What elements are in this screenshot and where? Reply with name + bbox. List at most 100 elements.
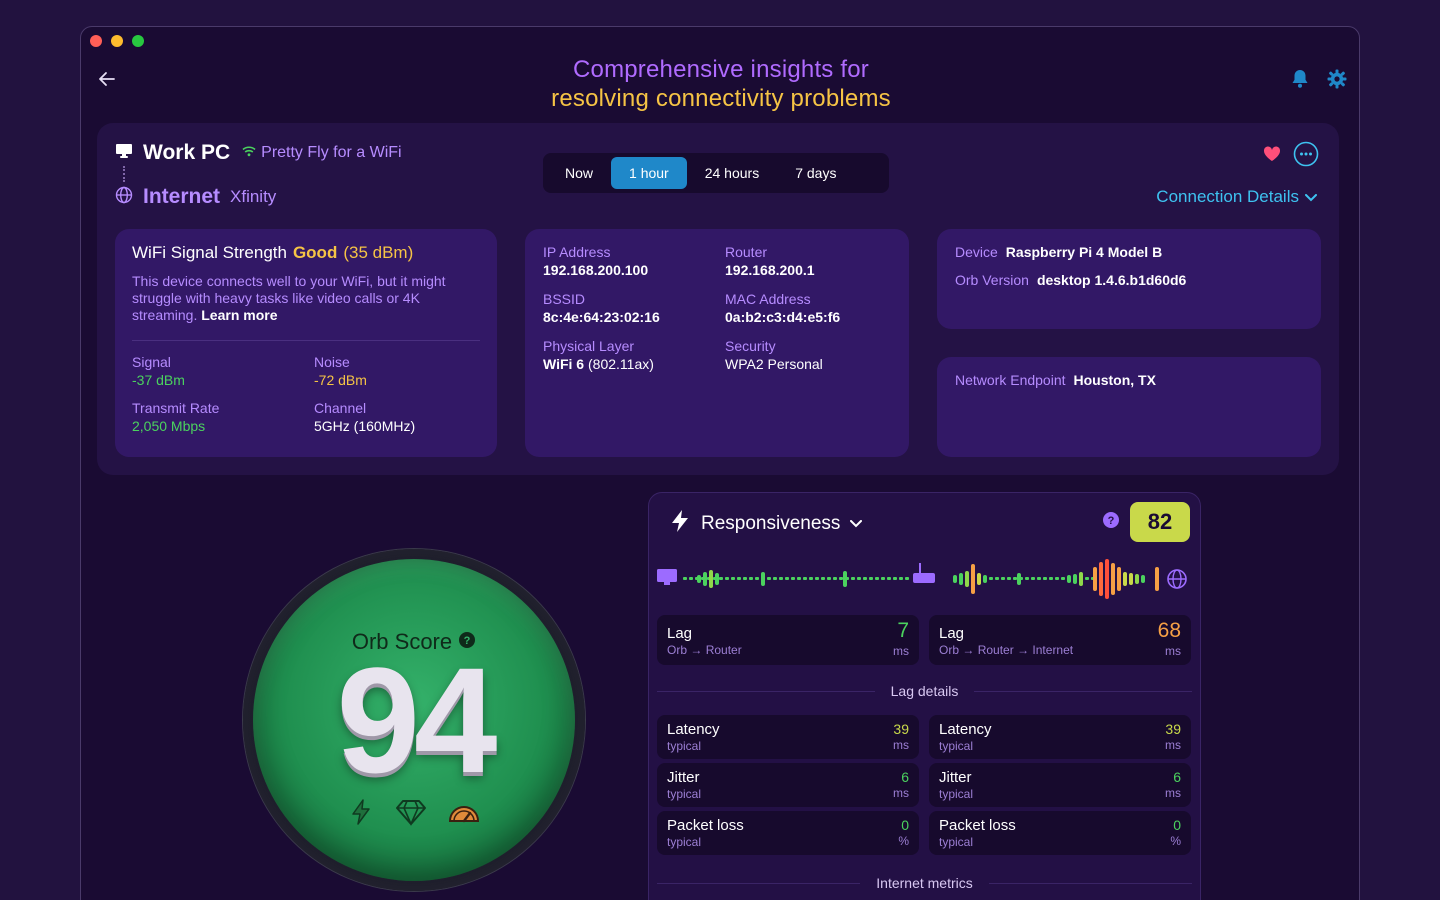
path-segment [1037,577,1041,580]
path-bar [1099,562,1103,596]
path-bar [977,573,981,585]
lag-unit: ms [1165,644,1181,658]
chevron-down-icon [1305,187,1317,207]
path-segment [893,577,897,580]
path-segment [1013,577,1017,580]
device-node-stand [664,582,670,585]
lag-path: Orb → Router [667,643,909,657]
network-endpoint-label: Network Endpoint [955,372,1066,388]
divider [132,340,480,341]
metric-unit: % [898,834,909,848]
path-segment [743,577,747,580]
wifi-network: Pretty Fly for a WiFi [242,144,402,162]
time-range-7-days[interactable]: 7 days [777,157,854,189]
noise-stat: Noise -72 dBm [314,353,496,389]
gear-icon[interactable] [1327,69,1347,94]
path-segment [803,577,807,580]
path-segment [755,577,759,580]
path-segment [683,577,687,580]
more-options-icon[interactable] [1293,141,1319,172]
metric-value: 6 [1173,769,1181,785]
metric-sub: typical [939,835,974,849]
path-segment [749,577,753,580]
close-window-button[interactable] [90,35,102,47]
stat-label: Signal [132,354,171,370]
orb-score-widget[interactable]: Orb Score ? 94 [243,549,585,891]
physical-layer-protocol: (802.11ax) [588,356,654,372]
metric-packet-loss-right: Packet loss typical 0 % [929,811,1191,855]
metric-title: Packet loss [667,817,744,834]
traffic-lights [90,35,144,47]
path-bar [1067,575,1071,583]
maximize-window-button[interactable] [132,35,144,47]
path-bar [1123,572,1127,586]
transmit-rate-stat: Transmit Rate 2,050 Mbps [132,399,314,435]
divider [988,882,1193,884]
path-segment [989,577,993,580]
device-model-row: Device Raspberry Pi 4 Model B [955,243,1303,261]
path-segment [1001,577,1005,580]
diamond-icon [394,797,428,832]
network-path-visualization [657,559,1187,599]
top-icons [1291,69,1347,94]
bell-icon[interactable] [1291,69,1309,94]
security-label: Security [725,338,776,354]
path-bar [1079,572,1083,586]
path-segment [1055,577,1059,580]
chevron-down-icon [850,515,863,533]
wifi-signal-description: This device connects well to your WiFi, … [132,273,480,324]
ip-address-label: IP Address [543,244,611,260]
path-segment [1043,577,1047,580]
back-arrow-icon[interactable] [95,67,119,91]
network-info-grid: IP Address 192.168.200.100 Router 192.16… [543,243,891,374]
orb-score-value: 94 [336,636,498,804]
divider [657,690,875,692]
path-bar [709,570,713,588]
responsiveness-header[interactable]: Responsiveness [669,509,863,538]
wifi-signal-title: WiFi Signal Strength Good (35 dBm) [132,243,480,263]
path-bar [697,575,701,583]
stat-value: 5GHz (160MHz) [314,418,416,434]
time-range-now[interactable]: Now [547,157,611,189]
metric-title: Jitter [939,769,972,786]
time-range-1-hour[interactable]: 1 hour [611,157,687,189]
path-bar [959,573,963,585]
orb-version-value: desktop 1.4.6.b1d60d6 [1036,272,1187,288]
router-node-antenna [919,563,921,573]
help-icon[interactable]: ? [1102,511,1120,534]
metric-latency-left: Latency typical 39 ms [657,715,919,759]
learn-more-link[interactable]: Learn more [201,307,277,323]
path-segment [719,577,723,580]
path-bar [715,573,719,585]
time-range-selector: Now 1 hour 24 hours 7 days [543,153,889,193]
path-segment [881,577,885,580]
lag-path-to: Internet [1032,643,1074,657]
wifi-icon [242,144,256,162]
path-segment [809,577,813,580]
path-segment [725,577,729,580]
metric-unit: ms [893,786,909,800]
stat-value: -72 dBm [314,372,367,388]
path-bar [965,571,969,587]
connection-details-toggle[interactable]: Connection Details [1156,187,1317,207]
path-segment [731,577,735,580]
connection-details-label: Connection Details [1156,187,1299,206]
path-segment [995,577,999,580]
path-segment [785,577,789,580]
headline-line-2: resolving connectivity problems [551,85,891,112]
orb-version-label: Orb Version [955,272,1029,288]
lag-title: Lag [939,625,965,642]
metric-title: Packet loss [939,817,1016,834]
lag-title: Lag [667,625,693,642]
app-window: Comprehensive insights for resolving con… [80,26,1360,900]
time-range-24-hours[interactable]: 24 hours [687,157,777,189]
heart-icon[interactable] [1263,146,1281,167]
metric-sub: typical [667,787,702,801]
path-bar [703,572,707,586]
minimize-window-button[interactable] [111,35,123,47]
path-segment [899,577,903,580]
stat-value: 2,050 Mbps [132,418,206,434]
metric-unit: ms [1165,786,1181,800]
path-bar [843,571,847,587]
path-segment [857,577,861,580]
